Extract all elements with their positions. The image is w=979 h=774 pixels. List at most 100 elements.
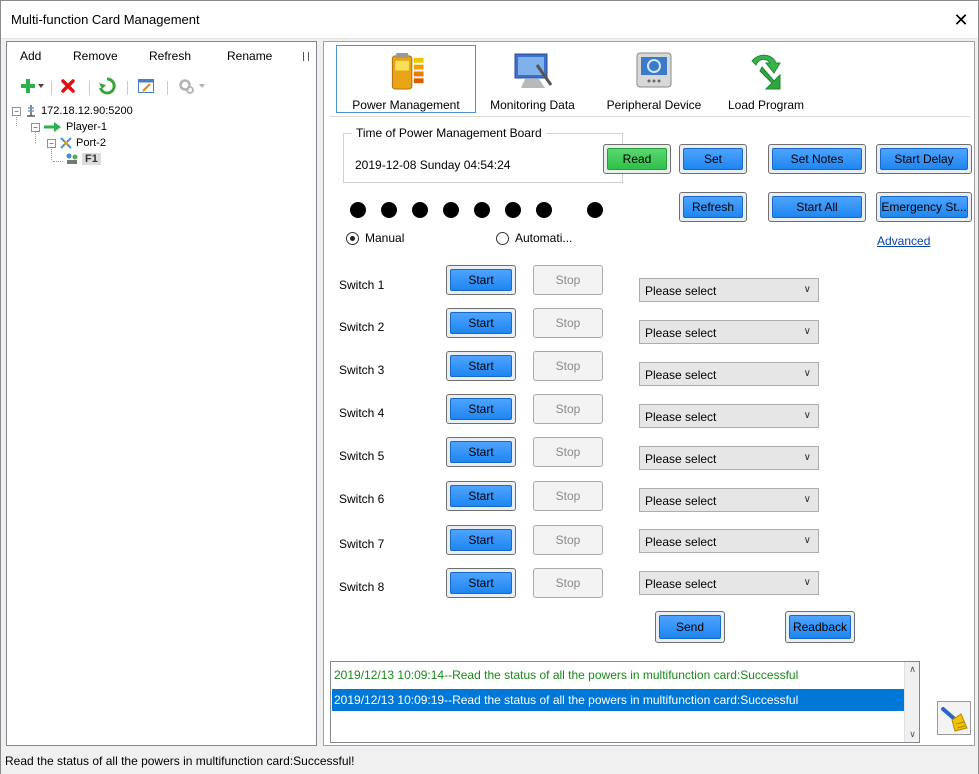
tab-monitoring-data[interactable]: Monitoring Data — [480, 45, 585, 113]
start-delay-button[interactable]: Start Delay — [876, 144, 972, 174]
toolbar-separator — [167, 81, 168, 95]
menu-remove[interactable]: Remove — [73, 49, 118, 63]
tree-node-card[interactable]: F1 — [64, 151, 101, 167]
power-indicator — [443, 202, 459, 218]
refresh-button[interactable]: Refresh — [679, 192, 747, 222]
battery-icon — [391, 52, 424, 90]
switch-label: Switch 7 — [339, 537, 385, 551]
radio-unchecked-icon — [496, 231, 509, 245]
clear-log-button[interactable] — [937, 701, 971, 735]
server-icon — [27, 105, 35, 117]
menu-overflow-icon[interactable] — [303, 52, 309, 61]
switch-start-button[interactable]: Start — [446, 568, 516, 598]
log-entry-selected[interactable]: 2019/12/13 10:09:19--Read the status of … — [332, 689, 906, 711]
power-indicator — [505, 202, 521, 218]
readback-button[interactable]: Readback — [785, 611, 855, 643]
switch-start-button[interactable]: Start — [446, 394, 516, 424]
switch-start-button[interactable]: Start — [446, 308, 516, 338]
switch-stop-button[interactable]: Stop — [533, 525, 603, 555]
tab-label: Load Program — [727, 98, 805, 112]
switch-label: Switch 2 — [339, 320, 385, 334]
chevron-down-icon[interactable] — [37, 77, 45, 95]
power-indicator — [350, 202, 366, 218]
tab-strip: Power Management Monitoring Data Periphe… — [330, 44, 970, 116]
collapse-icon[interactable]: − — [12, 106, 21, 116]
switch-select[interactable]: Please select ∨ — [639, 446, 819, 470]
emergency-stop-button[interactable]: Emergency St... — [876, 192, 972, 222]
title-bar: Multi-function Card Management ✕ — [1, 1, 978, 39]
switch-select[interactable]: Please select ∨ — [639, 529, 819, 553]
menu-rename[interactable]: Rename — [227, 49, 272, 63]
chevron-down-icon: ∨ — [803, 494, 811, 505]
automatic-radio[interactable]: Automati... — [496, 231, 572, 245]
send-button[interactable]: Send — [655, 611, 725, 643]
power-indicator — [536, 202, 552, 218]
tab-power-management[interactable]: Power Management — [336, 45, 476, 113]
switch-stop-button[interactable]: Stop — [533, 351, 603, 381]
radio-checked-icon — [346, 231, 359, 245]
status-bar: Read the status of all the powers in mul… — [1, 748, 978, 774]
tree-node-player[interactable]: − Player-1 — [31, 119, 107, 135]
switch-start-button[interactable]: Start — [446, 265, 516, 295]
switch-start-button[interactable]: Start — [446, 481, 516, 511]
log-scrollbar[interactable]: ∧ ∨ — [904, 662, 919, 742]
tree-label-server: 172.18.12.90:5200 — [41, 105, 133, 117]
switch-label: Switch 6 — [339, 492, 385, 506]
switch-stop-button[interactable]: Stop — [533, 394, 603, 424]
chevron-down-icon: ∨ — [803, 577, 811, 588]
rename-icon[interactable] — [137, 77, 155, 95]
download-arrow-icon — [751, 54, 781, 90]
close-icon[interactable]: ✕ — [946, 5, 976, 35]
window-title: Multi-function Card Management — [11, 12, 200, 27]
collapse-icon[interactable]: − — [47, 138, 56, 148]
start-all-button[interactable]: Start All — [768, 192, 866, 222]
switch-stop-button[interactable]: Stop — [533, 568, 603, 598]
toolbar-separator — [51, 81, 52, 95]
power-indicator — [587, 202, 603, 218]
switch-stop-button[interactable]: Stop — [533, 437, 603, 467]
advanced-link[interactable]: Advanced — [877, 234, 930, 248]
scroll-down-icon[interactable]: ∨ — [905, 727, 920, 742]
switch-stop-button[interactable]: Stop — [533, 308, 603, 338]
tab-peripheral-device[interactable]: Peripheral Device — [594, 45, 714, 113]
switch-select[interactable]: Please select ∨ — [639, 362, 819, 386]
chevron-down-icon: ∨ — [803, 368, 811, 379]
log-entry[interactable]: 2019/12/13 10:09:14--Read the status of … — [332, 664, 906, 686]
card-icon — [66, 153, 78, 164]
switch-select[interactable]: Please select ∨ — [639, 571, 819, 595]
set-notes-button[interactable]: Set Notes — [768, 144, 866, 174]
power-indicator — [474, 202, 490, 218]
switch-label: Switch 4 — [339, 406, 385, 420]
broom-icon — [941, 707, 968, 732]
scroll-up-icon[interactable]: ∧ — [905, 662, 920, 677]
board-time: 2019-12-08 Sunday 04:54:24 — [355, 158, 511, 172]
switch-start-button[interactable]: Start — [446, 351, 516, 381]
refresh-icon[interactable] — [98, 77, 116, 95]
switch-select[interactable]: Please select ∨ — [639, 404, 819, 428]
tab-label: Power Management — [352, 98, 460, 112]
manual-radio[interactable]: Manual — [346, 231, 404, 245]
switch-select[interactable]: Please select ∨ — [639, 278, 819, 302]
delete-icon[interactable] — [59, 77, 77, 95]
switch-start-button[interactable]: Start — [446, 525, 516, 555]
chevron-down-icon: ∨ — [803, 410, 811, 421]
read-button[interactable]: Read — [603, 144, 671, 174]
set-button[interactable]: Set — [679, 144, 747, 174]
switch-select[interactable]: Please select ∨ — [639, 320, 819, 344]
monitor-icon — [514, 53, 552, 88]
tab-load-program[interactable]: Load Program — [716, 45, 816, 113]
menu-refresh[interactable]: Refresh — [149, 49, 191, 63]
gear-icon — [177, 77, 195, 95]
menu-add[interactable]: Add — [20, 49, 41, 63]
switch-select[interactable]: Please select ∨ — [639, 488, 819, 512]
switch-stop-button[interactable]: Stop — [533, 265, 603, 295]
add-icon[interactable] — [19, 77, 37, 95]
device-tree-panel: Add Remove Refresh Rename − 172.18.12.90… — [6, 41, 317, 746]
tree-node-server[interactable]: − 172.18.12.90:5200 — [12, 103, 133, 119]
tree-node-port[interactable]: − Port-2 — [47, 135, 106, 151]
switch-start-button[interactable]: Start — [446, 437, 516, 467]
collapse-icon[interactable]: − — [31, 122, 40, 132]
switch-stop-button[interactable]: Stop — [533, 481, 603, 511]
log-list[interactable]: 2019/12/13 10:09:14--Read the status of … — [330, 661, 920, 743]
function-panel: Power Management Monitoring Data Periphe… — [323, 41, 975, 746]
